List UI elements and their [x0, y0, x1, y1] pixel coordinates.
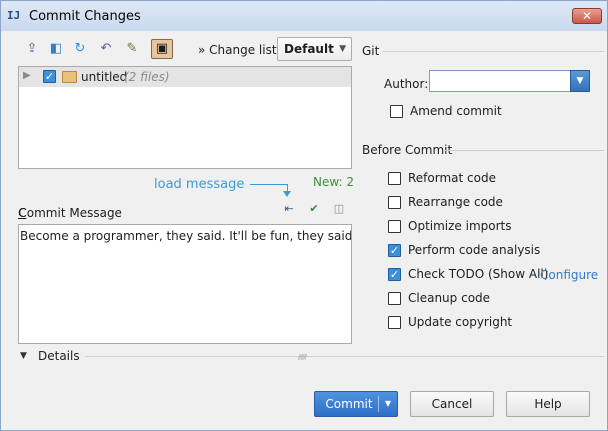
rearrange-code-checkbox[interactable] [388, 196, 401, 209]
close-button[interactable]: ✕ [572, 8, 602, 24]
changes-tree[interactable]: ▶ ✓ untitled (2 files) [18, 66, 352, 169]
app-icon: IJ [7, 9, 21, 22]
commit-button-label: Commit [325, 397, 373, 411]
author-label: Author: [384, 77, 429, 91]
load-message-annotation: load message [154, 177, 245, 192]
cancel-button[interactable]: Cancel [410, 391, 494, 417]
edit-source-icon[interactable]: ✎ [123, 40, 141, 58]
before-commit-divider [443, 150, 604, 151]
chevron-down-icon: ▼ [339, 44, 346, 54]
git-section-title: Git [362, 44, 380, 58]
commit-message-history-icon[interactable]: ◫ [331, 201, 347, 217]
commit-changes-dialog: IJ Commit Changes ✕ ⇪ ◧ ↻ ↶ ✎ ▣ » Change… [0, 0, 608, 431]
details-toggle-icon[interactable]: ▼ [20, 351, 27, 361]
rearrange-code-label: Rearrange code [408, 195, 503, 209]
cleanup-code-label: Cleanup code [408, 291, 491, 305]
perform-code-analysis-checkbox[interactable]: ✓ [388, 244, 401, 257]
commit-button[interactable]: Commit ▼ [314, 391, 398, 417]
reformat-code-checkbox[interactable] [388, 172, 401, 185]
author-dropdown-button[interactable]: ▼ [570, 70, 590, 92]
chevron-down-icon[interactable]: ▼ [385, 392, 391, 416]
configure-todo-link[interactable]: Configure [540, 268, 598, 282]
expand-arrow-icon[interactable]: ▶ [23, 70, 31, 81]
check-todo-checkbox[interactable]: ✓ [388, 268, 401, 281]
commit-message-label-text: Commit Message [18, 206, 122, 220]
perform-code-analysis-label: Perform code analysis [408, 243, 541, 257]
commit-message-field[interactable]: Become a programmer, they said. It'll be… [18, 224, 352, 344]
tree-row[interactable]: ▶ ✓ untitled (2 files) [19, 67, 351, 87]
title-bar: IJ Commit Changes ✕ [1, 1, 607, 31]
details-label[interactable]: Details [38, 349, 80, 363]
update-copyright-label: Update copyright [408, 315, 513, 329]
rollback-icon[interactable]: ↶ [97, 40, 115, 58]
commit-button-separator [378, 396, 379, 412]
author-input[interactable] [429, 70, 573, 92]
change-list-label: » Change list: [198, 43, 281, 57]
window-title: Commit Changes [29, 9, 141, 24]
tree-item-checkbox[interactable]: ✓ [43, 70, 56, 83]
amend-commit-label: Amend commit [410, 104, 502, 118]
git-section-divider [383, 51, 604, 52]
diff-icon[interactable]: ◧ [47, 40, 65, 58]
amend-commit-checkbox[interactable] [390, 105, 403, 118]
optimize-imports-label: Optimize imports [408, 219, 512, 233]
annotation-arrow-icon [283, 191, 291, 197]
reformat-code-label: Reformat code [408, 171, 496, 185]
change-list-select[interactable]: Default ▼ [277, 37, 352, 61]
load-message-icon[interactable]: ⇤ [281, 201, 297, 217]
check-todo-label: Check TODO (Show All) [408, 267, 549, 281]
group-by-directory-icon[interactable]: ▣ [151, 39, 173, 59]
update-icon[interactable]: ⇪ [23, 40, 41, 58]
cleanup-code-checkbox[interactable] [388, 292, 401, 305]
spellcheck-icon[interactable]: ✔ [306, 201, 322, 217]
commit-message-label: CCommit Message [18, 206, 122, 220]
folder-icon [62, 71, 77, 83]
change-list-value: Default [284, 42, 334, 56]
optimize-imports-checkbox[interactable] [388, 220, 401, 233]
refresh-icon[interactable]: ↻ [71, 40, 89, 58]
new-count-label: New: 2 [313, 175, 355, 189]
annotation-line [250, 184, 288, 185]
tree-item-count: (2 files) [124, 70, 170, 84]
commit-message-text: Become a programmer, they said. It'll be… [20, 229, 352, 243]
before-commit-title: Before Commit [362, 143, 453, 157]
details-divider [85, 356, 604, 357]
update-copyright-checkbox[interactable] [388, 316, 401, 329]
tree-item-name: untitled [81, 70, 128, 84]
dialog-content: ⇪ ◧ ↻ ↶ ✎ ▣ » Change list: Default ▼ ▶ ✓… [1, 31, 607, 430]
splitter-grip[interactable]: ////// [298, 353, 307, 361]
help-button[interactable]: Help [506, 391, 590, 417]
